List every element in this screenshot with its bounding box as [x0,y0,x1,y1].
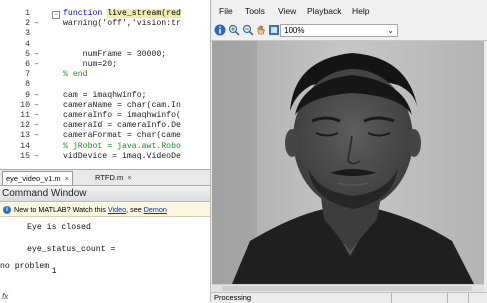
command-output[interactable]: Eye is closed eye_status_count = 1 [0,217,210,302]
breakpoint-marker[interactable]: – [34,50,39,60]
highlighted-text: live_stream(red [107,9,181,18]
code-text: % end [63,70,88,80]
fit-window-icon[interactable] [267,24,280,37]
info-text-mid: , see [126,205,144,214]
demos-link[interactable]: Demon [144,205,167,214]
line-number: 10 [20,100,30,110]
info-bar: i New to MATLAB? Watch this Video, see De… [0,203,210,217]
line-number: 9 [25,90,30,100]
code-line: 9– cam = imaqhwinfo; [0,91,210,101]
menu-tools[interactable]: Tools [245,6,265,16]
code-text: warning('off','vision:tr [63,19,181,29]
camera-feed-image [212,41,484,284]
menu-bar: File Tools View Playback Help [211,0,487,22]
zoom-in-icon[interactable] [227,24,240,37]
code-text: cameraFormat = char(came [63,131,181,141]
output-line: eye_status_count = [27,245,116,254]
info-icon: i [3,206,11,215]
code-text: cameraId = cameraInfo.De [63,121,181,131]
line-number: 15 [20,151,30,161]
pan-hand-icon[interactable] [254,24,267,37]
fold-toggle-icon[interactable]: − [52,11,60,19]
line-number: 1 [25,9,30,18]
code-line: 14 % jRobot = java.awt.Robo [0,142,210,152]
scrollbar-thumb[interactable] [222,286,472,291]
code-text: num=20; [63,60,118,69]
code-text: cameraInfo = imaqhwinfo( [63,111,181,120]
menu-playback[interactable]: Playback [307,6,342,16]
video-viewer-window: File Tools View Playback Help 100% ⌄ Pro… [211,0,487,303]
code-text: % jRobot = java.awt.Robo [63,141,181,151]
line-number: 3 [25,29,30,39]
line-number: 13 [20,131,30,141]
zoom-out-icon[interactable] [241,24,254,37]
code-line: 10– cameraName = char(cam.In [0,101,210,111]
code-line: 12– cameraId = cameraInfo.De [0,121,210,131]
line-number: 12 [20,121,30,131]
command-window-title: Command Window [0,186,210,202]
code-line: 5– numFrame = 30000; [0,50,210,60]
menu-file[interactable]: File [219,6,233,16]
code-text: function live_stream(red [63,9,181,18]
line-number: 5 [25,49,30,59]
code-editor[interactable]: 1− function live_stream(red 2– warning('off… [0,0,210,168]
line-number: 2 [25,19,30,29]
code-line: 3 [0,29,210,39]
output-line: no problem [0,262,50,271]
breakpoint-marker[interactable]: – [34,121,39,131]
menu-view[interactable]: View [278,6,296,16]
viewer-toolbar: 100% ⌄ [211,22,487,41]
breakpoint-marker[interactable]: – [34,60,39,70]
tab-label: eye_video_v1.m [6,174,61,183]
close-icon[interactable]: × [127,173,131,182]
command-prompt[interactable]: fx [2,292,8,301]
info-icon[interactable] [213,24,226,37]
code-line: 6– num=20; [0,60,210,70]
breakpoint-marker[interactable]: – [34,91,39,101]
code-line: 1 − function live_stream(red [0,9,210,19]
zoom-value: 100% [284,26,305,35]
breakpoint-marker[interactable]: – [34,111,39,121]
breakpoint-marker[interactable]: – [34,152,39,162]
tab-rtfd[interactable]: RTFD.m × [92,171,135,184]
code-line: 4 [0,40,210,50]
chevron-down-icon: ⌄ [387,26,394,35]
line-number: 6 [25,60,30,69]
editor-tabs: eye_video_v1.m × RTFD.m × [0,169,210,186]
code-line: 2– warning('off','vision:tr [0,19,210,29]
line-number: 4 [25,39,30,49]
code-line: 8 [0,80,210,90]
close-icon[interactable]: × [65,174,69,183]
line-number: 14 [20,141,30,151]
breakpoint-marker[interactable]: – [34,19,39,29]
status-bar: Processing [211,292,487,303]
code-text: vidDevice = imaq.VideoDe [63,151,181,161]
matlab-panel: 1− function live_stream(red 2– warning('off… [0,0,211,302]
output-line: Eye is closed [27,223,91,232]
zoom-select[interactable]: 100% ⌄ [280,24,398,37]
code-text: numFrame = 30000; [63,49,167,59]
code-line: 15– vidDevice = imaq.VideoDe [0,152,210,162]
video-link[interactable]: Video [108,205,126,214]
menu-help[interactable]: Help [352,6,369,16]
line-number: 8 [25,80,30,90]
code-line: 7 % end [0,70,210,80]
code-text: cameraName = char(cam.In [63,100,181,110]
code-line: 11– cameraInfo = imaqhwinfo( [0,111,210,121]
line-number: 7 [25,70,30,80]
tab-label: RTFD.m [95,173,124,182]
video-frame [212,41,484,284]
code-line: 13– cameraFormat = char(came [0,131,210,141]
code-text: cam = imaqhwinfo; [63,90,147,100]
tab-eye-video[interactable]: eye_video_v1.m × [2,171,74,185]
line-number: 11 [20,111,30,120]
info-text: New to MATLAB? Watch this [14,205,108,214]
breakpoint-marker[interactable]: – [34,101,39,111]
breakpoint-marker[interactable]: – [34,131,39,141]
